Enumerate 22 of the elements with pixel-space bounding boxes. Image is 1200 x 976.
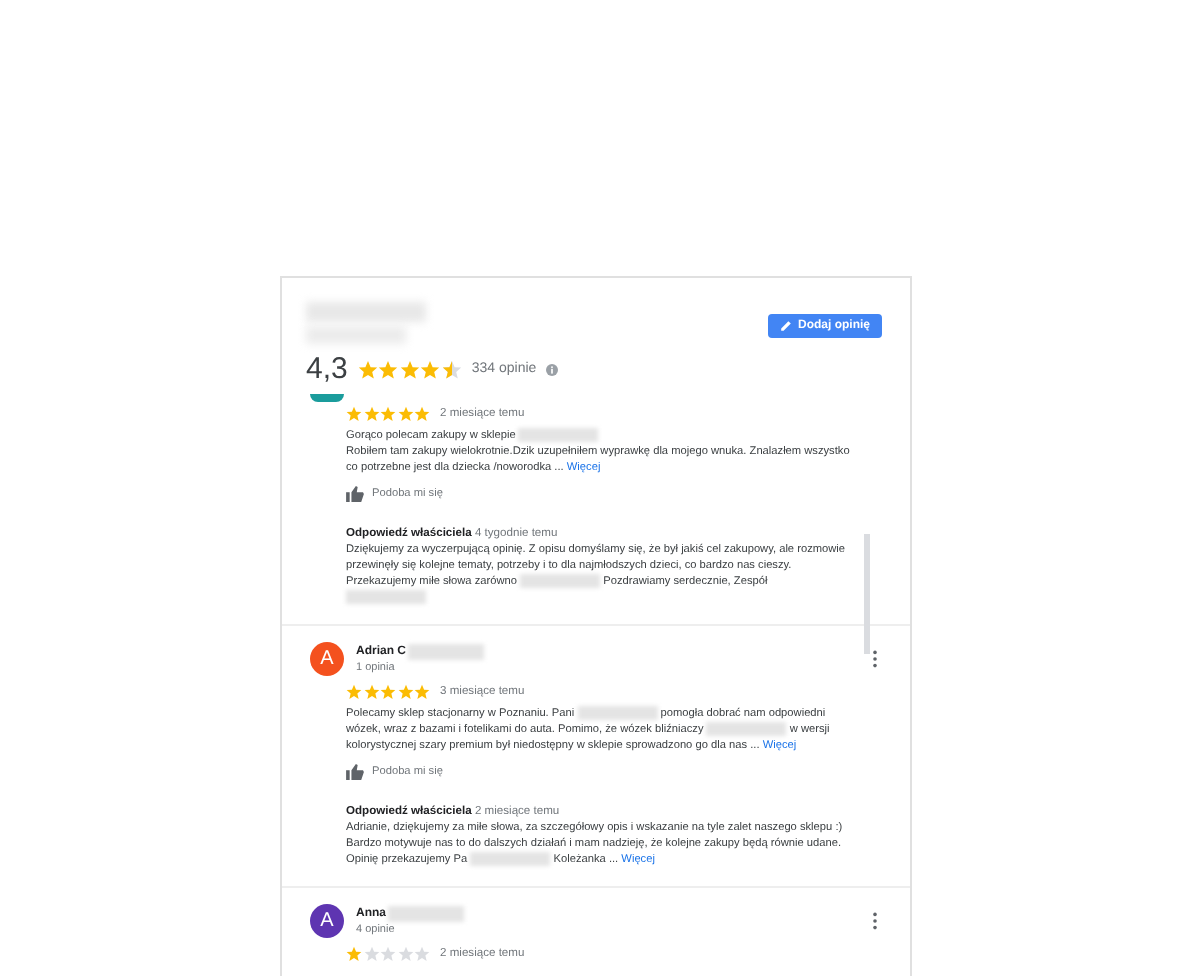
thumbs-up-icon[interactable] — [346, 764, 364, 780]
redacted-block — [518, 428, 599, 443]
info-icon[interactable] — [546, 363, 559, 375]
average-rating: 4,3 — [306, 352, 348, 386]
redacted-block — [577, 706, 658, 721]
more-options-icon[interactable] — [872, 650, 878, 668]
star-icon — [357, 359, 378, 379]
redacted-block — [706, 722, 787, 737]
redacted-block — [388, 906, 464, 922]
scrollbar[interactable] — [864, 534, 870, 654]
pencil-icon — [780, 320, 792, 332]
avatar: A — [310, 904, 344, 938]
redacted-block — [520, 574, 601, 589]
redacted-block — [470, 852, 551, 867]
avatar: A — [310, 642, 344, 676]
thumbs-up-icon[interactable] — [346, 486, 364, 502]
star-icon — [441, 359, 462, 379]
star-icon — [378, 359, 399, 379]
star-icon — [399, 359, 420, 379]
redacted-block — [408, 644, 485, 660]
more-options-icon[interactable] — [872, 912, 878, 930]
star-icon — [420, 359, 441, 379]
